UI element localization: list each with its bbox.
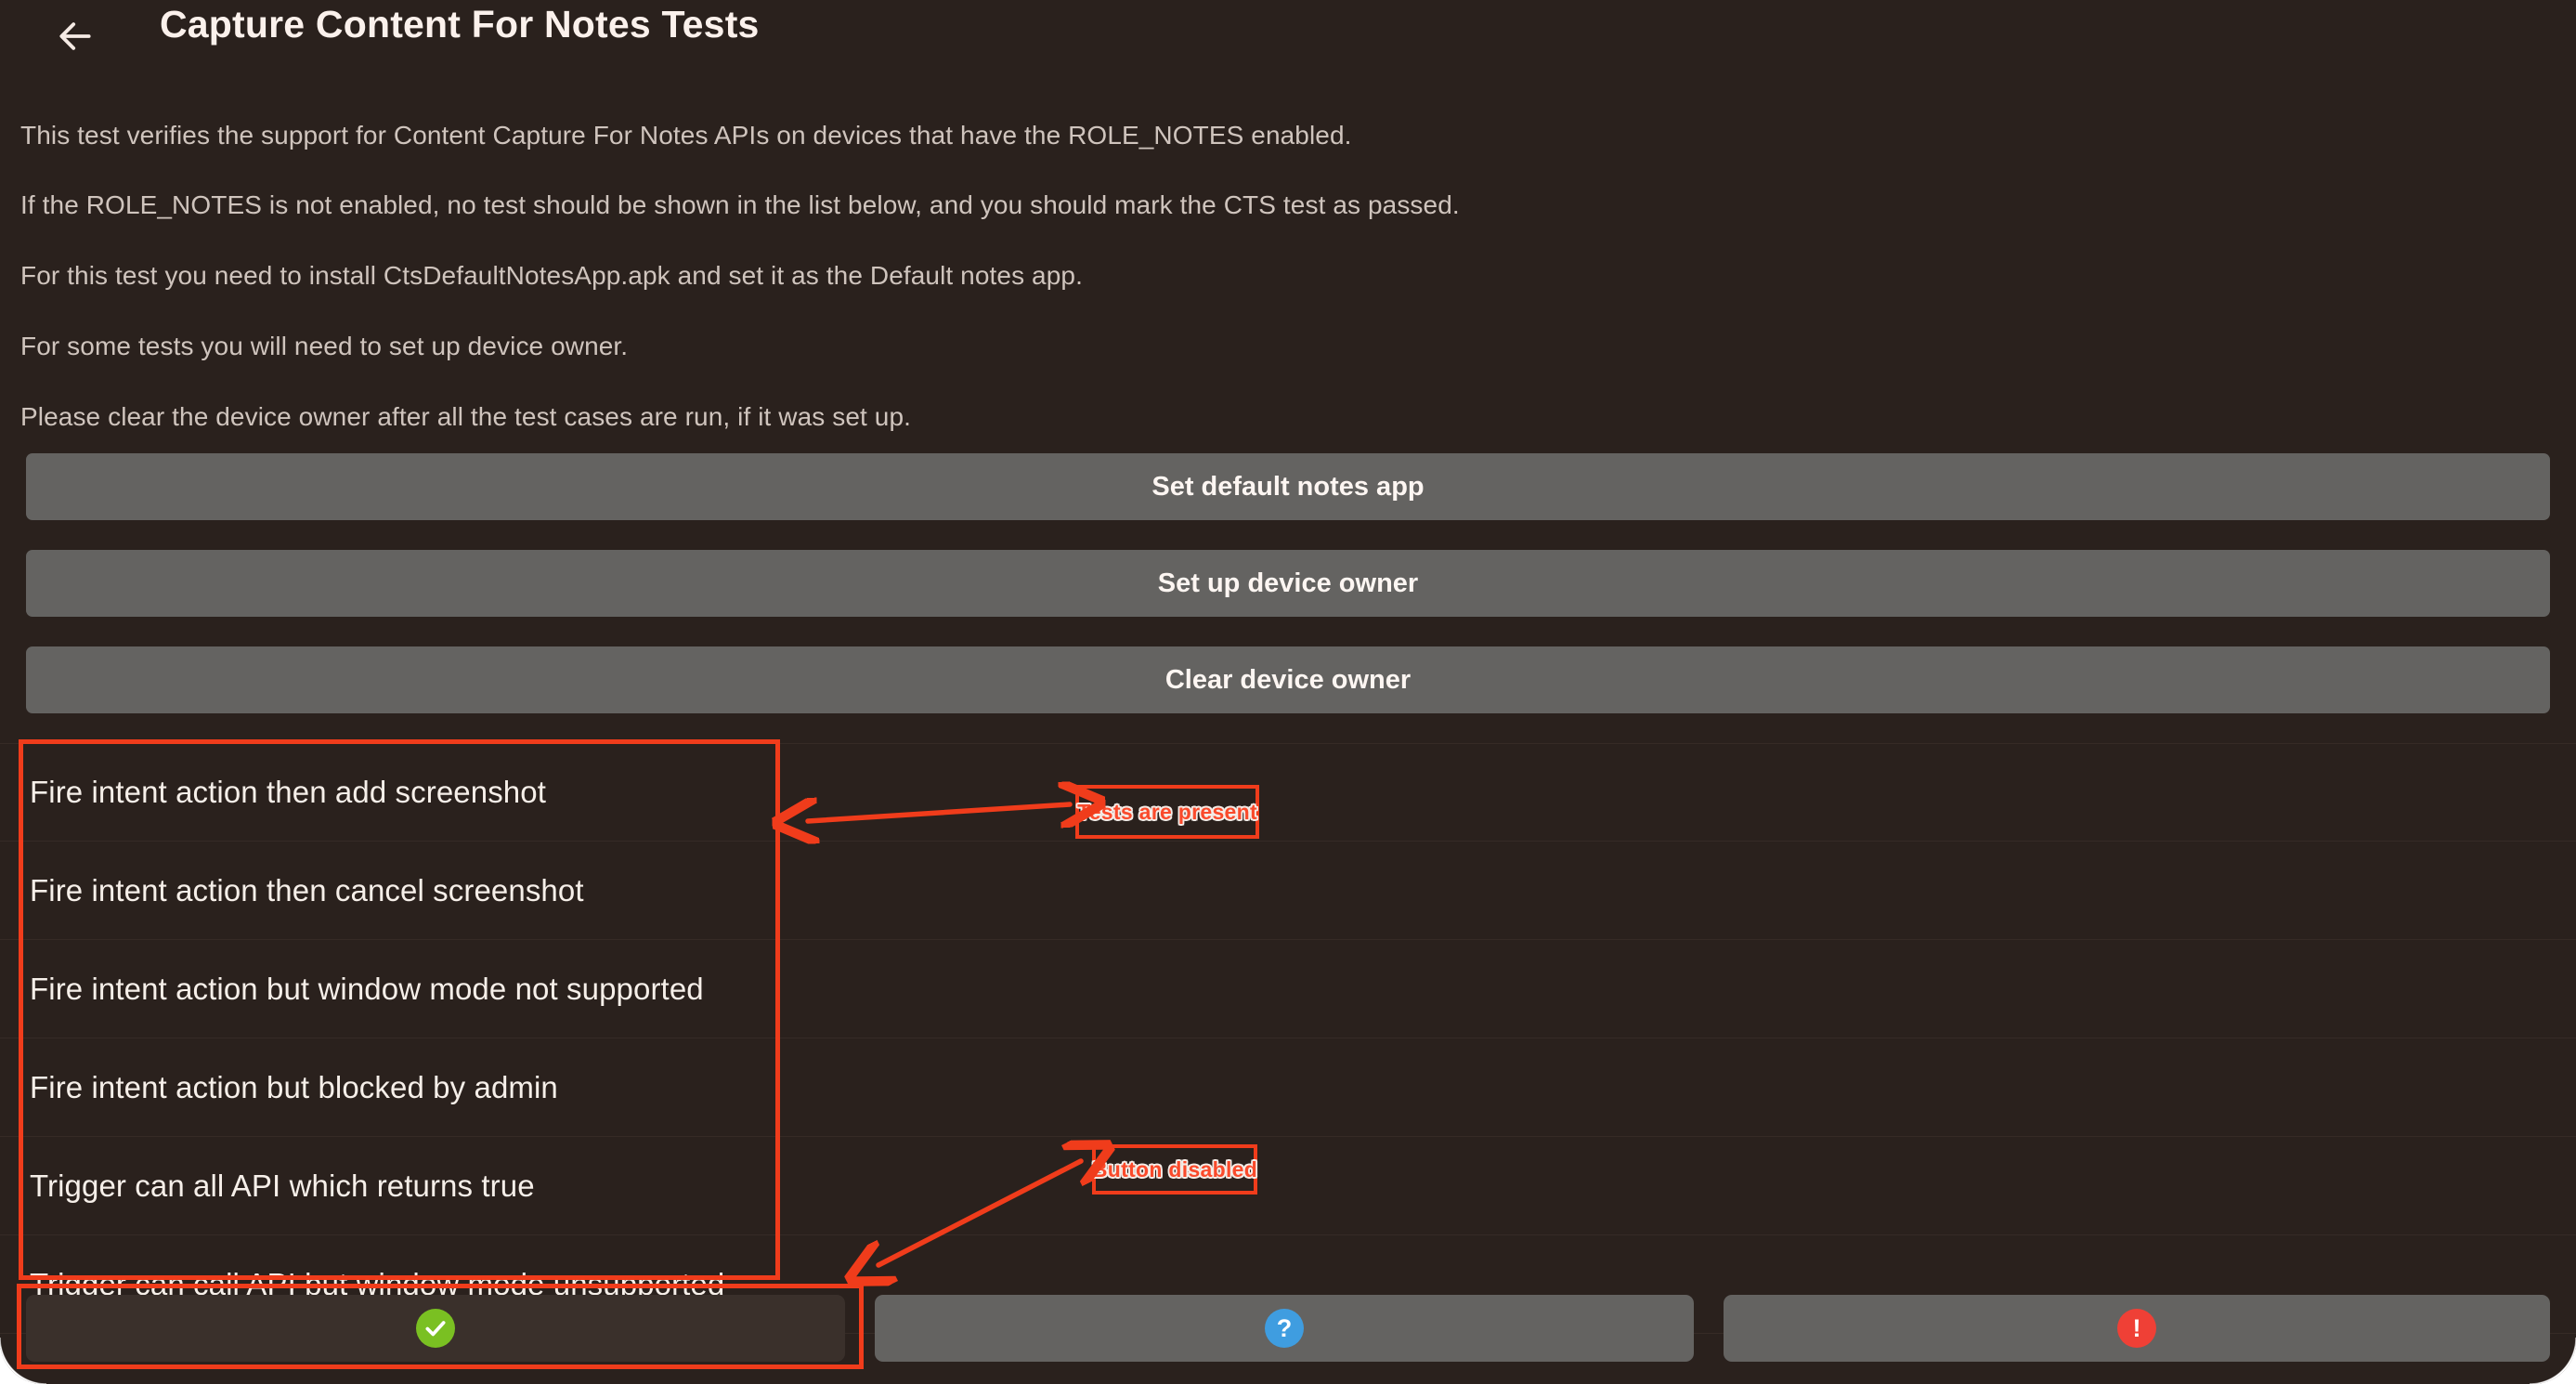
list-item[interactable]: Trigger can all API which returns true [0,1137,2576,1235]
info-paragraph: For this test you need to install CtsDef… [20,261,2556,291]
test-list[interactable]: Fire intent action then add screenshot F… [0,743,2576,1282]
annotation-label-tests-present: Tests are present [1075,785,1259,839]
check-circle-icon [416,1309,455,1348]
list-item[interactable]: Fire intent action but blocked by admin [0,1038,2576,1137]
app-bar: Capture Content For Notes Tests [0,0,2576,72]
page-title: Capture Content For Notes Tests [160,3,760,46]
test-item-label: Fire intent action but blocked by admin [30,1070,558,1105]
app-screen: Capture Content For Notes Tests This tes… [0,0,2576,1384]
test-item-label: Fire intent action then add screenshot [30,775,546,810]
exclamation-circle-icon: ! [2117,1309,2156,1348]
set-up-device-owner-button[interactable]: Set up device owner [26,550,2550,617]
info-paragraph: For some tests you will need to set up d… [20,332,2556,361]
list-item[interactable]: Fire intent action then add screenshot [0,743,2576,842]
info-paragraph: Please clear the device owner after all … [20,402,2556,432]
info-button[interactable]: ? [875,1295,1694,1362]
test-item-label: Fire intent action but window mode not s… [30,972,704,1007]
list-item[interactable]: Fire intent action but window mode not s… [0,940,2576,1038]
back-arrow-icon[interactable] [52,13,98,59]
fail-button[interactable]: ! [1724,1295,2550,1362]
info-paragraph: If the ROLE_NOTES is not enabled, no tes… [20,190,2556,220]
question-circle-icon: ? [1265,1309,1304,1348]
info-paragraph: This test verifies the support for Conte… [20,121,2556,150]
bottom-action-bar: ? ! [0,1286,2576,1384]
test-item-label: Trigger can all API which returns true [30,1169,535,1204]
clear-device-owner-button[interactable]: Clear device owner [26,646,2550,713]
test-item-label: Fire intent action then cancel screensho… [30,873,584,908]
pass-button[interactable] [26,1295,845,1362]
set-default-notes-app-button[interactable]: Set default notes app [26,453,2550,520]
annotation-label-button-disabled: Button disabled [1092,1144,1257,1195]
list-item[interactable]: Fire intent action then cancel screensho… [0,842,2576,940]
